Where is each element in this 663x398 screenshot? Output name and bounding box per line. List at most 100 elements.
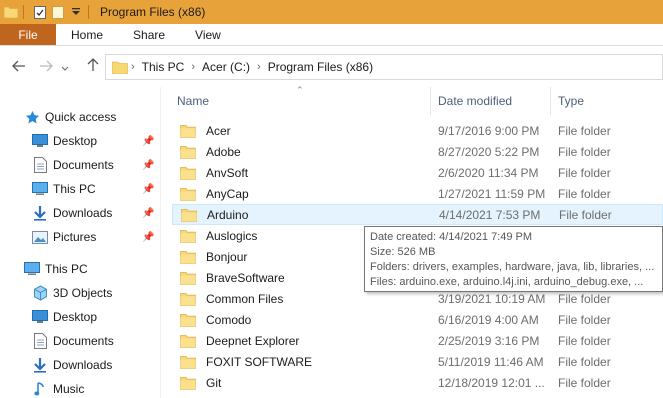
breadcrumb-separator-icon[interactable]: › xyxy=(191,61,195,73)
arrow-left-icon xyxy=(12,59,26,76)
pin-icon[interactable]: 📌 xyxy=(142,160,154,171)
table-row[interactable]: AnyCap 1/27/2021 11:59 PM File folder xyxy=(172,183,663,204)
folder-icon xyxy=(112,61,128,74)
file-name[interactable]: AnyCap xyxy=(206,187,446,201)
breadcrumb-current-folder[interactable]: Program Files (x86) xyxy=(268,60,373,74)
pin-icon[interactable]: 📌 xyxy=(142,208,154,219)
sidebar-item-label: This PC xyxy=(45,262,88,276)
file-type: File folder xyxy=(558,312,611,327)
file-name[interactable]: Deepnet Explorer xyxy=(206,334,446,348)
file-type: File folder xyxy=(558,144,611,159)
sidebar-item-label: Documents xyxy=(53,158,114,172)
recent-locations-button[interactable] xyxy=(58,56,72,78)
pin-icon[interactable]: 📌 xyxy=(142,136,154,147)
file-type: File folder xyxy=(558,375,611,390)
file-name[interactable]: Acer xyxy=(206,124,446,138)
table-row[interactable]: FOXIT SOFTWARE 5/11/2019 11:46 AM File fol… xyxy=(172,351,663,372)
file-date-modified: 4/14/2021 7:53 PM xyxy=(439,207,541,222)
folder-icon xyxy=(180,334,196,348)
file-name[interactable]: Adobe xyxy=(206,145,446,159)
file-name[interactable]: Arduino xyxy=(207,208,447,222)
pin-icon[interactable]: 📌 xyxy=(142,184,154,195)
downloads-icon xyxy=(32,357,48,373)
table-row[interactable]: Adobe 8/27/2020 5:22 PM File folder xyxy=(172,141,663,162)
column-header-date-modified[interactable]: Date modified xyxy=(438,87,512,115)
music-icon xyxy=(32,381,48,397)
file-type: File folder xyxy=(558,186,611,201)
column-divider[interactable] xyxy=(550,87,551,115)
pin-icon[interactable]: 📌 xyxy=(142,232,154,243)
table-row[interactable]: Git 12/18/2019 12:01 ... File folder xyxy=(172,372,663,393)
table-row[interactable]: Comodo 6/16/2019 4:00 AM File folder xyxy=(172,309,663,330)
address-bar[interactable]: › This PC › Acer (C:) › Program Files (x… xyxy=(105,54,663,80)
file-date-modified: 9/17/2016 9:00 PM xyxy=(438,123,540,138)
folder-icon xyxy=(180,229,196,243)
folder-icon xyxy=(180,271,196,285)
folder-icon xyxy=(180,145,196,159)
arrow-up-icon xyxy=(87,58,99,76)
sidebar-item-label: Documents xyxy=(53,334,114,348)
folder-icon xyxy=(180,250,196,264)
breadcrumb-drive[interactable]: Acer (C:) xyxy=(202,60,250,74)
sidebar-item-label: Downloads xyxy=(53,358,113,372)
file-name[interactable]: Comodo xyxy=(206,313,446,327)
desktop-icon xyxy=(32,133,48,149)
file-date-modified: 8/27/2020 5:22 PM xyxy=(438,144,540,159)
desktop-icon xyxy=(32,309,48,325)
table-row[interactable]: Arduino 4/14/2021 7:53 PM File folder xyxy=(172,204,663,225)
folder-icon xyxy=(4,5,18,19)
table-row[interactable]: Acer 9/17/2016 9:00 PM File folder xyxy=(172,120,663,141)
breadcrumb-separator-icon[interactable]: › xyxy=(257,61,261,73)
tab-file[interactable]: File xyxy=(0,24,56,45)
documents-icon xyxy=(32,157,48,173)
file-date-modified: 2/6/2020 11:34 PM xyxy=(438,165,539,180)
sidebar-item-label: Downloads xyxy=(53,206,113,220)
breadcrumb-this-pc[interactable]: This PC xyxy=(142,60,185,74)
pane-divider[interactable] xyxy=(160,87,161,398)
folder-icon xyxy=(181,208,197,222)
folder-icon xyxy=(180,166,196,180)
pictures-icon xyxy=(32,229,48,245)
up-button[interactable] xyxy=(82,56,104,78)
sort-ascending-icon: ⌃ xyxy=(296,85,304,95)
breadcrumb-separator-icon: › xyxy=(131,61,135,73)
3d-objects-icon xyxy=(32,285,48,301)
star-icon xyxy=(24,109,40,125)
column-divider[interactable] xyxy=(430,87,431,115)
documents-icon xyxy=(32,333,48,349)
new-folder-icon[interactable] xyxy=(51,5,65,19)
ribbon-tabs: File Home Share View xyxy=(0,24,663,46)
tooltip-files: Files: arduino.exe, arduino.l4j.ini, ard… xyxy=(370,276,644,288)
column-header-name[interactable]: Name xyxy=(177,87,209,115)
window-title: Program Files (x86) xyxy=(100,5,206,19)
customize-toolbar-icon[interactable] xyxy=(69,5,83,19)
navigation-bar: › This PC › Acer (C:) › Program Files (x… xyxy=(0,47,663,87)
folder-icon xyxy=(180,292,196,306)
title-bar: Program Files (x86) xyxy=(0,0,663,24)
file-date-modified: 1/27/2021 11:59 PM xyxy=(438,186,546,201)
column-header-type[interactable]: Type xyxy=(558,87,584,115)
file-type: File folder xyxy=(558,123,611,138)
table-row[interactable]: AnvSoft 2/6/2020 11:34 PM File folder xyxy=(172,162,663,183)
sidebar-item-quick-access[interactable]: Quick access xyxy=(24,106,182,128)
back-button[interactable] xyxy=(8,56,30,78)
file-name[interactable]: Common Files xyxy=(206,292,446,306)
folder-icon xyxy=(180,187,196,201)
sidebar-item-label: Desktop xyxy=(53,310,98,324)
tab-share[interactable]: Share xyxy=(118,24,180,45)
file-type: File folder xyxy=(558,291,611,306)
table-row[interactable]: Deepnet Explorer 2/25/2019 3:16 PM File fo… xyxy=(172,330,663,351)
file-name[interactable]: AnvSoft xyxy=(206,166,446,180)
tab-home[interactable]: Home xyxy=(56,24,118,45)
tooltip-folders: Folders: drivers, examples, hardware, ja… xyxy=(370,261,655,273)
properties-icon[interactable] xyxy=(33,5,47,19)
navigation-pane: Quick access Desktop 📌 Documents 📌 This … xyxy=(0,87,158,398)
file-name[interactable]: Git xyxy=(206,376,446,390)
sidebar-item-label: Music xyxy=(53,382,85,396)
folder-info-tooltip: Date created: 4/14/2021 7:49 PM Size: 52… xyxy=(364,226,663,292)
forward-button[interactable] xyxy=(35,56,57,78)
sidebar-item-this-pc[interactable]: This PC xyxy=(24,258,182,280)
chevron-down-icon xyxy=(61,59,69,76)
file-name[interactable]: FOXIT SOFTWARE xyxy=(206,355,446,369)
tab-view[interactable]: View xyxy=(180,24,236,45)
